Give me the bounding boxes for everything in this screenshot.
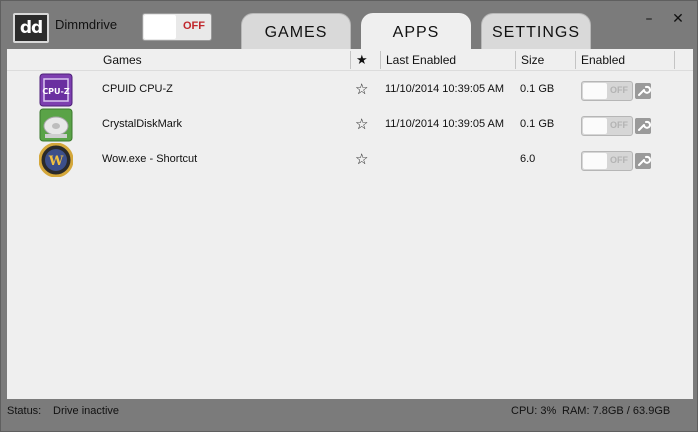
tab-games[interactable]: GAMES [241, 13, 351, 49]
close-button[interactable]: ✕ [668, 9, 688, 29]
table-row[interactable]: CrystalDiskMark ☆ 11/10/2014 10:39:05 AM… [7, 108, 693, 142]
enable-toggle[interactable]: OFF [581, 116, 633, 136]
minimize-button[interactable]: – [639, 9, 659, 29]
enable-toggle[interactable]: OFF [581, 151, 633, 171]
last-enabled: 11/10/2014 10:39:05 AM [385, 118, 505, 130]
crystaldiskmark-icon [39, 108, 73, 142]
column-header-games[interactable]: Games [103, 53, 142, 67]
size: 6.0 [520, 153, 536, 165]
wrench-icon[interactable] [635, 83, 651, 99]
toggle-knob [583, 83, 607, 99]
toggle-knob [583, 118, 607, 134]
column-divider [350, 51, 351, 69]
status-text: Drive inactive [53, 405, 120, 417]
wrench-icon[interactable] [635, 153, 651, 169]
tab-settings[interactable]: SETTINGS [481, 13, 591, 49]
table-header: Games ★ Last Enabled Size Enabled [7, 49, 693, 71]
status-bar: Status: Drive inactive CPU: 3% RAM: 7.8G… [1, 401, 697, 421]
svg-text:CPU-Z: CPU-Z [42, 87, 70, 96]
favorite-star-icon[interactable]: ☆ [355, 114, 368, 134]
cpu-usage: CPU: 3% [511, 405, 557, 417]
toggle-knob [583, 153, 607, 169]
favorite-star-icon[interactable]: ☆ [355, 149, 368, 169]
wow-icon: W [39, 143, 73, 177]
enable-toggle[interactable]: OFF [581, 81, 633, 101]
tab-apps[interactable]: APPS [361, 13, 471, 51]
toggle-label: OFF [610, 85, 628, 95]
app-name: CrystalDiskMark [102, 118, 183, 130]
column-header-favorite[interactable]: ★ [356, 52, 368, 68]
toggle-knob [144, 15, 176, 39]
size: 0.1 GB [520, 83, 555, 95]
drive-power-toggle[interactable]: OFF [142, 13, 212, 41]
app-window: dd Dimmdrive OFF GAMES APPS SETTINGS – ✕… [0, 0, 698, 432]
toggle-label: OFF [610, 155, 628, 165]
ram-usage: RAM: 7.8GB / 63.9GB [562, 405, 671, 417]
column-header-last-enabled[interactable]: Last Enabled [386, 53, 456, 67]
column-header-enabled[interactable]: Enabled [581, 53, 625, 67]
app-name: CPUID CPU-Z [102, 83, 173, 95]
drive-toggle-label: OFF [183, 20, 205, 32]
column-divider [380, 51, 381, 69]
last-enabled: 11/10/2014 10:39:05 AM [385, 83, 505, 95]
column-header-size[interactable]: Size [521, 53, 544, 67]
table-row[interactable]: W Wow.exe - Shortcut ☆ 6.0 OFF [7, 143, 693, 177]
table-row[interactable]: CPU-Z CPUID CPU-Z ☆ 11/10/2014 10:39:05 … [7, 73, 693, 107]
dimmdrive-logo: dd [13, 13, 49, 43]
wrench-icon[interactable] [635, 118, 651, 134]
column-divider [515, 51, 516, 69]
cpuz-icon: CPU-Z [39, 73, 73, 107]
favorite-star-icon[interactable]: ☆ [355, 79, 368, 99]
toggle-label: OFF [610, 120, 628, 130]
app-name: Wow.exe - Shortcut [102, 153, 198, 165]
column-divider [674, 51, 675, 69]
status-label: Status: [7, 405, 42, 417]
column-divider [575, 51, 576, 69]
svg-text:W: W [48, 154, 64, 169]
size: 0.1 GB [520, 118, 555, 130]
apps-panel: Games ★ Last Enabled Size Enabled CPU-Z … [7, 49, 693, 399]
app-title: Dimmdrive [55, 17, 118, 32]
